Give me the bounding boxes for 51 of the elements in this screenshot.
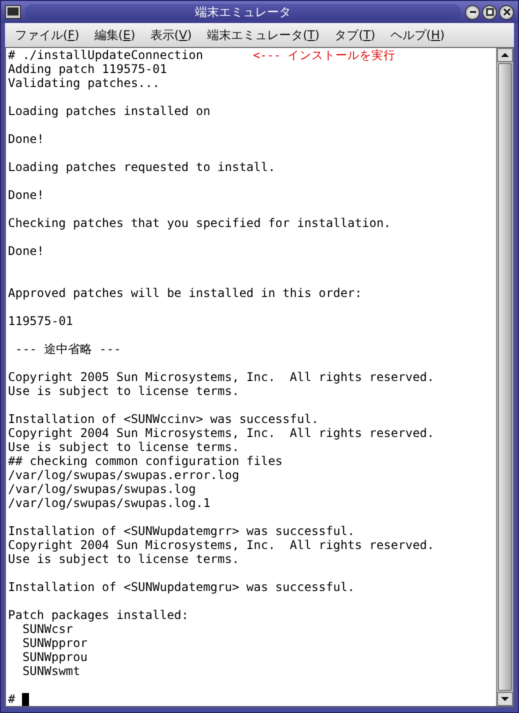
terminal-line: # ./installUpdateConnection [8,48,204,62]
terminal-line: Loading patches requested to install. [8,160,276,174]
terminal-line: Use is subject to license terms. [8,552,240,566]
terminal-line: SUNWpprou [21,650,88,664]
terminal-line: Installation of <SUNWccinv> was successful. [8,412,319,426]
shell-prompt: # [8,692,16,706]
terminal-line: Use is subject to license terms. [8,440,240,454]
menu-item[interactable]: ファイル(F) [15,26,80,44]
terminal-line: SUNWppror [21,636,88,650]
terminal-line: Installation of <SUNWupdatemgru> was successful. [8,580,355,594]
scroll-down-icon[interactable] [497,692,513,706]
menu-item[interactable]: 表示(V) [150,26,192,44]
terminal-line: Done! [8,132,44,146]
monitor-icon [5,5,21,19]
close-button[interactable] [499,4,514,20]
maximize-icon [486,8,494,16]
terminal-line: Approved patches will be installed in this order: [8,286,362,300]
terminal-line: Checking patches that you specified for installation. [8,216,391,230]
terminal-line: Done! [8,188,44,202]
scrollbar-thumb[interactable] [498,63,512,691]
terminal-line: /var/log/swupas/swupas.log.1 [8,496,210,510]
terminal-line: SUNWcsr [21,622,74,636]
menu-item[interactable]: 端末エミュレータ(T) [206,26,320,44]
annotation-text: <--- インストールを実行 [253,48,396,62]
terminal-line: Use is subject to license terms. [8,384,240,398]
terminal-line: Patch packages installed: [8,608,189,622]
close-icon [502,8,510,16]
terminal-line: Done! [8,244,44,258]
minimize-icon [468,8,476,16]
terminal-line: /var/log/swupas/swupas.log [8,482,196,496]
terminal-line: ## checking common configuration files [8,454,283,468]
text-cursor [22,692,30,706]
scroll-up-icon[interactable] [497,48,513,62]
minimize-button[interactable] [465,4,480,20]
maximize-button[interactable] [482,4,497,20]
terminal-line: Copyright 2004 Sun Microsystems, Inc. All rights reserved. [8,538,434,552]
terminal-line: Copyright 2004 Sun Microsystems, Inc. All rights reserved. [8,426,434,440]
menu-item[interactable]: ヘルプ(H) [390,26,445,44]
terminal-line: Validating patches... [8,76,160,90]
terminal-line: /var/log/swupas/swupas.error.log [8,468,240,482]
terminal-line: Adding patch 119575-01 [8,62,167,76]
window-title: 端末エミュレータ [195,4,291,20]
menu-item[interactable]: 編集(E) [94,26,136,44]
terminal-line: SUNWswmt [21,664,80,678]
menu-item[interactable]: タブ(T) [334,26,376,44]
terminal-line: 119575-01 [8,314,74,328]
terminal-line: Copyright 2005 Sun Microsystems, Inc. All rights reserved. [8,370,434,384]
terminal-line: --- 途中省略 --- [14,342,122,356]
terminal-line: Loading patches installed on [8,104,210,118]
scrollbar[interactable] [496,48,513,706]
terminal-line: Installation of <SUNWupdatemgrr> was successful. [8,524,355,538]
